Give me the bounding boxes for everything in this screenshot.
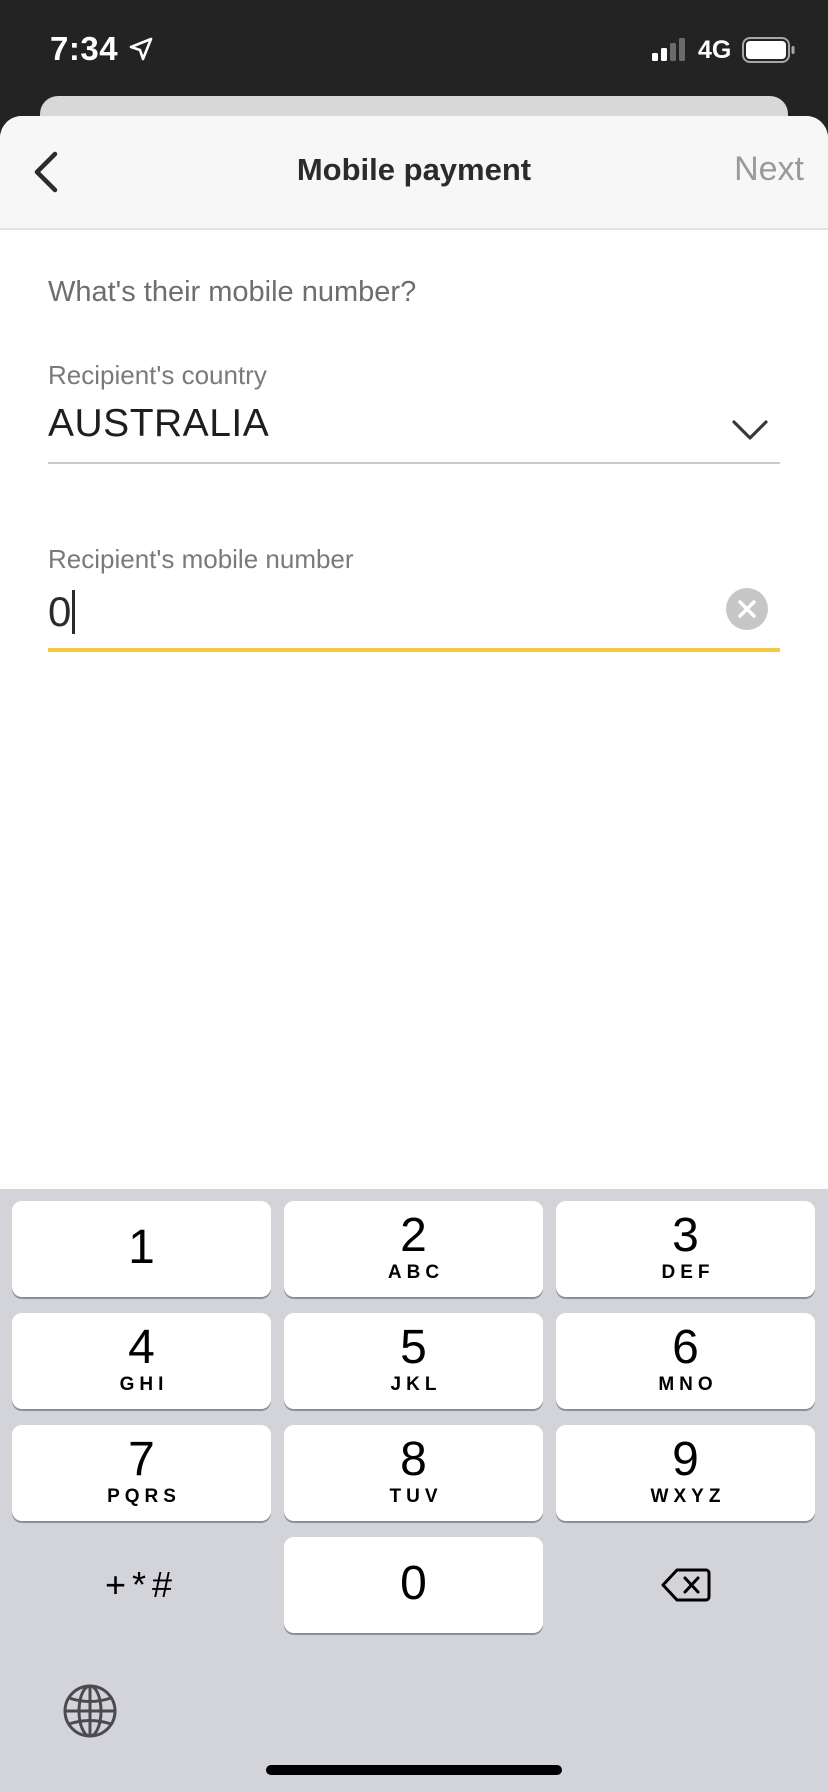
key-letters: JKL [390,1374,442,1395]
country-field-underline [48,462,780,464]
signal-icon [652,38,685,61]
globe-icon[interactable] [62,1683,118,1739]
home-indicator[interactable] [266,1765,562,1775]
key-digit: 4 [128,1321,155,1374]
key-digit: 8 [400,1433,427,1486]
key-3[interactable]: 3 DEF [556,1201,815,1297]
key-4[interactable]: 4 GHI [12,1313,271,1409]
status-bar: 7:34 4G [0,0,828,100]
country-label: Recipient's country [48,360,267,390]
key-digit: 3 [672,1209,699,1262]
mobile-number-input[interactable]: 0 [48,582,708,642]
text-caret [72,590,76,634]
key-9[interactable]: 9 WXYZ [556,1425,815,1521]
key-letters: ABC [387,1262,445,1283]
key-digit: 5 [400,1321,427,1374]
key-letters: WXYZ [650,1486,726,1507]
mobile-number-label: Recipient's mobile number [48,544,354,574]
key-digit: 0 [400,1557,427,1610]
key-digit: 2 [400,1209,427,1262]
symbols-label: +*# [104,1564,179,1605]
nav-bar: Mobile payment Next [0,116,828,230]
key-7[interactable]: 7 PQRS [12,1425,271,1521]
mobile-number-value: 0 [48,588,72,635]
key-letters: PQRS [107,1486,181,1507]
network-type: 4G [698,36,732,64]
backspace-icon [661,1568,710,1602]
page-title: Mobile payment [296,152,532,187]
key-letters: TUV [389,1486,443,1507]
key-6[interactable]: 6 MNO [556,1313,815,1409]
key-8[interactable]: 8 TUV [284,1425,543,1521]
key-1[interactable]: 1 [12,1201,271,1297]
key-digit: 7 [128,1433,155,1486]
key-letters: DEF [661,1262,715,1283]
battery-icon [742,37,795,63]
status-time: 7:34 [50,30,119,67]
location-arrow-icon [129,37,153,61]
key-digit: 9 [672,1433,699,1486]
chevron-down-icon[interactable] [730,416,770,444]
mobile-field-underline [48,648,780,652]
key-letters: GHI [119,1374,169,1395]
next-button[interactable]: Next [734,150,804,189]
key-5[interactable]: 5 JKL [284,1313,543,1409]
key-2[interactable]: 2 ABC [284,1201,543,1297]
delete-key[interactable] [556,1537,815,1633]
form-prompt: What's their mobile number? [48,276,417,308]
numeric-keyboard: 1 2 ABC 3 DEF 4 GHI 5 JKL 6 MNO 7 PQRS 8… [0,1189,828,1792]
key-digit: 1 [128,1221,155,1274]
clear-input-icon[interactable] [726,588,768,630]
symbols-key[interactable]: +*# [12,1537,271,1633]
country-select[interactable]: AUSTRALIA [48,402,269,446]
key-0[interactable]: 0 [284,1537,543,1633]
key-digit: 6 [672,1321,699,1374]
key-letters: MNO [658,1374,718,1395]
